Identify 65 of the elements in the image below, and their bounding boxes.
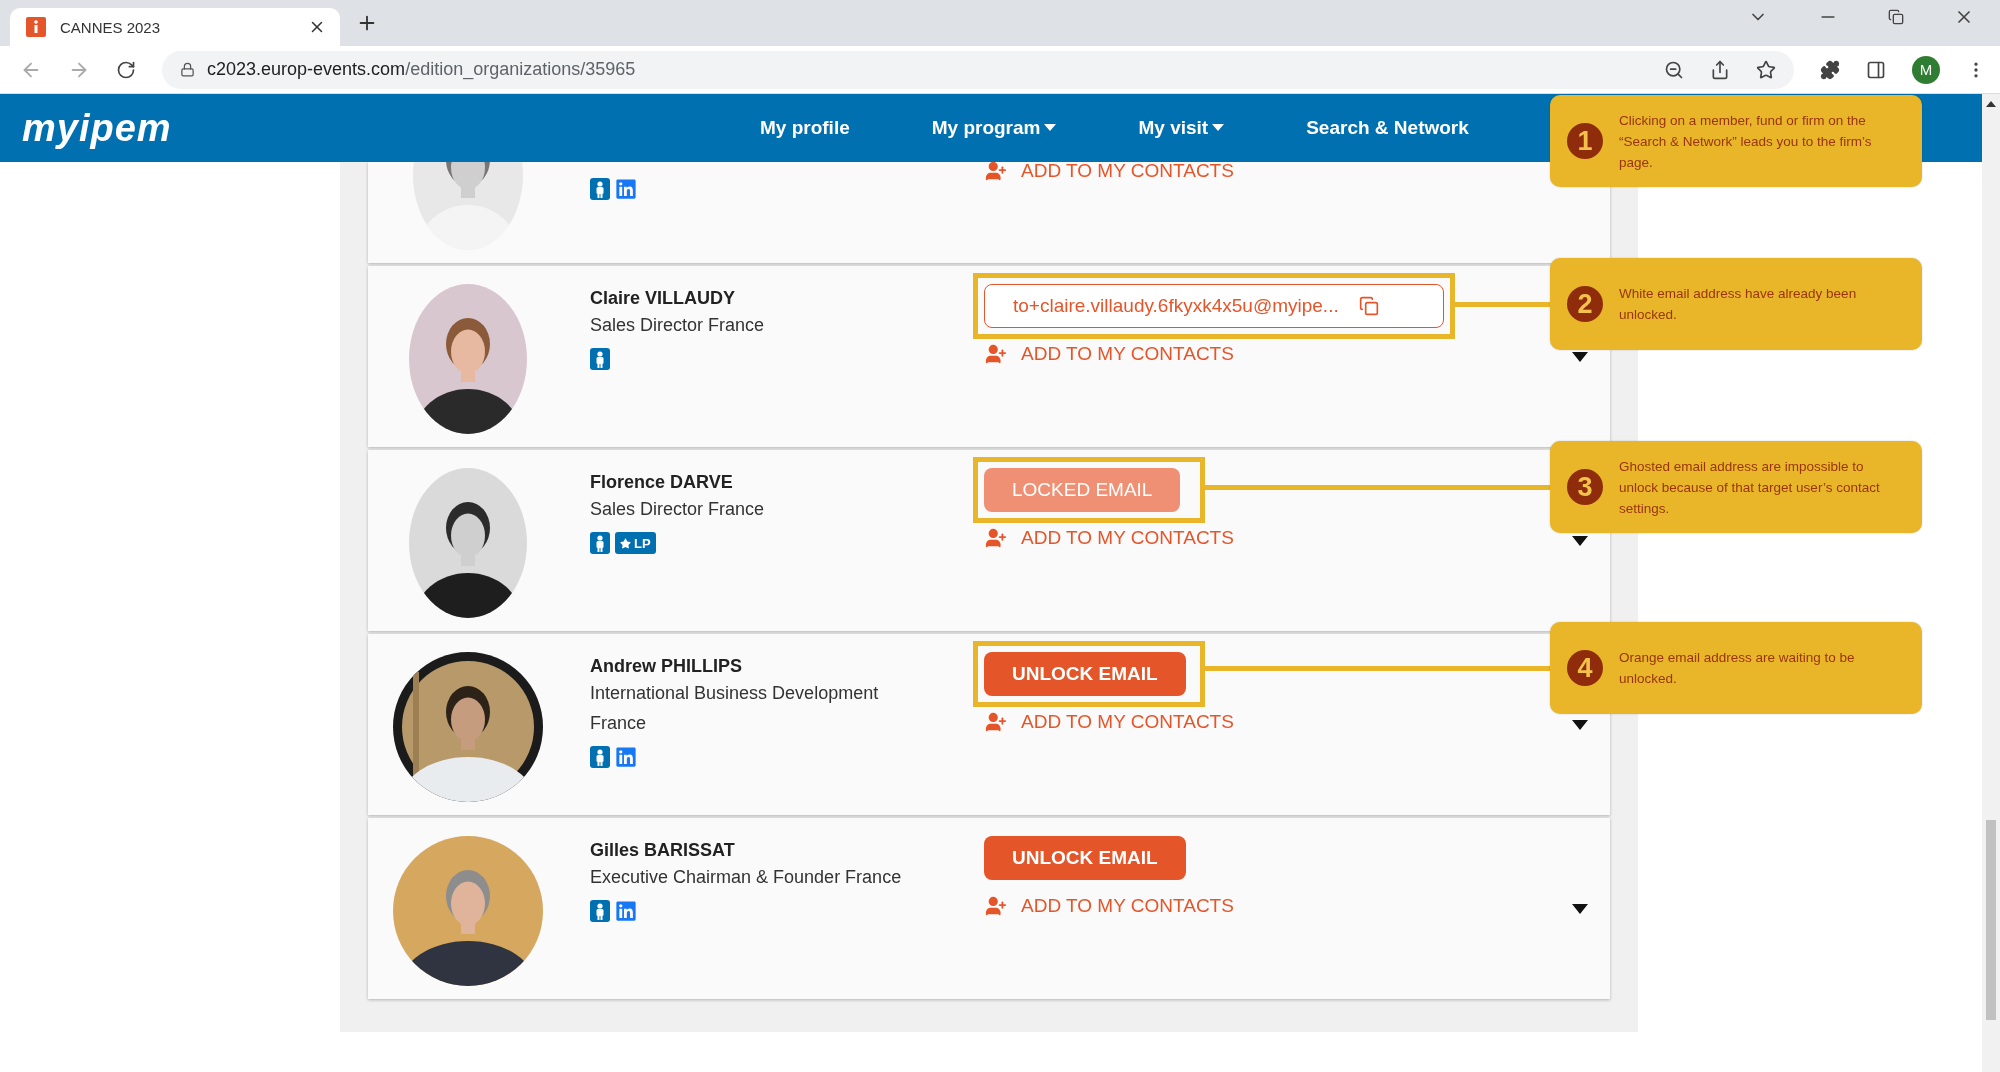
nav-link[interactable]: My profile [760, 117, 850, 139]
add-contact-link[interactable]: ADD TO MY CONTACTS [985, 527, 1234, 549]
add-contact-link[interactable]: ADD TO MY CONTACTS [985, 711, 1234, 733]
site-logo[interactable]: myipem [0, 106, 172, 150]
step-number: 4 [1567, 650, 1603, 686]
restore-icon[interactable] [1888, 7, 1904, 27]
member-icon[interactable] [590, 746, 610, 768]
contact-title: Sales Director France [590, 498, 766, 521]
add-contact-link[interactable]: ADD TO MY CONTACTS [985, 162, 1234, 182]
member-icon[interactable] [590, 348, 610, 370]
contact-name[interactable]: Florence DARVE [590, 470, 973, 494]
callout-text: Orange email address are waiting to be unlocked. [1619, 649, 1856, 688]
member-icon[interactable] [590, 178, 610, 200]
contact-title: Sales Director France [590, 314, 766, 337]
callout-text: Ghosted email address are impossible to unlock because of that target user’s contact settings. [1619, 457, 1881, 518]
share-icon[interactable] [1710, 59, 1730, 80]
user-plus-icon [985, 527, 1007, 549]
puzzle-icon[interactable] [1820, 59, 1840, 80]
scroll-up-icon[interactable] [1986, 100, 1996, 108]
contact-name[interactable]: Claire VILLAUDY [590, 286, 973, 310]
callout-text: White email address have already been unlocked. [1619, 285, 1858, 324]
unlock-email-button[interactable]: UNLOCK EMAIL [984, 836, 1186, 880]
step-number: 3 [1567, 469, 1603, 505]
copy-icon[interactable] [1358, 296, 1379, 316]
expand-caret-icon[interactable] [1572, 536, 1588, 546]
zoom-out-icon[interactable] [1664, 59, 1684, 80]
add-contact-link[interactable]: ADD TO MY CONTACTS [985, 895, 1234, 917]
add-contact-link[interactable]: ADD TO MY CONTACTS [985, 343, 1234, 365]
linkedin-icon[interactable] [615, 746, 637, 768]
step-number: 2 [1567, 286, 1603, 322]
unlock-email-button[interactable]: UNLOCK EMAIL [984, 652, 1186, 696]
user-plus-icon [985, 343, 1007, 365]
contact-title: Executive Chairman & Founder France [590, 866, 903, 889]
scrollbar[interactable] [1982, 94, 2000, 1072]
lp-badge: LP [615, 532, 656, 554]
nav-link[interactable]: Search & Network [1306, 117, 1469, 139]
favicon-icon [26, 17, 46, 37]
user-plus-icon [985, 162, 1007, 182]
scrollbar-thumb[interactable] [1986, 820, 1996, 1020]
expand-caret-icon[interactable] [1572, 720, 1588, 730]
tab-title: CANNES 2023 [60, 18, 162, 36]
lock-icon [180, 62, 195, 77]
linkedin-icon[interactable] [615, 178, 637, 200]
expand-caret-icon[interactable] [1572, 352, 1588, 362]
star-icon[interactable] [1756, 59, 1776, 80]
address-bar[interactable]: c2023.europ-events.com/edition_organizations/35965 [162, 50, 1794, 89]
contact-name[interactable]: Andrew PHILLIPS [590, 654, 973, 678]
url-text: c2023.europ-events.com/edition_organizations/35965 [207, 59, 636, 80]
browser-tab[interactable]: CANNES 2023 [10, 8, 340, 46]
contact-title: International Business Development France [590, 682, 880, 735]
side-panel-icon[interactable] [1866, 59, 1886, 80]
expand-caret-icon[interactable] [1572, 904, 1588, 914]
step-number: 1 [1567, 123, 1603, 159]
member-icon[interactable] [590, 900, 610, 922]
reload-icon[interactable] [116, 59, 136, 80]
user-plus-icon [985, 711, 1007, 733]
user-plus-icon [985, 895, 1007, 917]
contact-name[interactable]: Gilles BARISSAT [590, 838, 973, 862]
nav-link[interactable]: My program [931, 117, 1057, 139]
nav-link[interactable]: My visit [1138, 117, 1225, 139]
profile-avatar[interactable]: M [1912, 55, 1940, 84]
email-field[interactable]: to+claire.villaudy.6fkyxk4x5u@myipe... [984, 284, 1444, 328]
callout-text: Clicking on a member, fund or firm on the “Search & Network” leads you to the firm’s page. [1619, 111, 1873, 172]
linkedin-icon[interactable] [615, 900, 637, 922]
member-icon[interactable] [590, 532, 610, 554]
